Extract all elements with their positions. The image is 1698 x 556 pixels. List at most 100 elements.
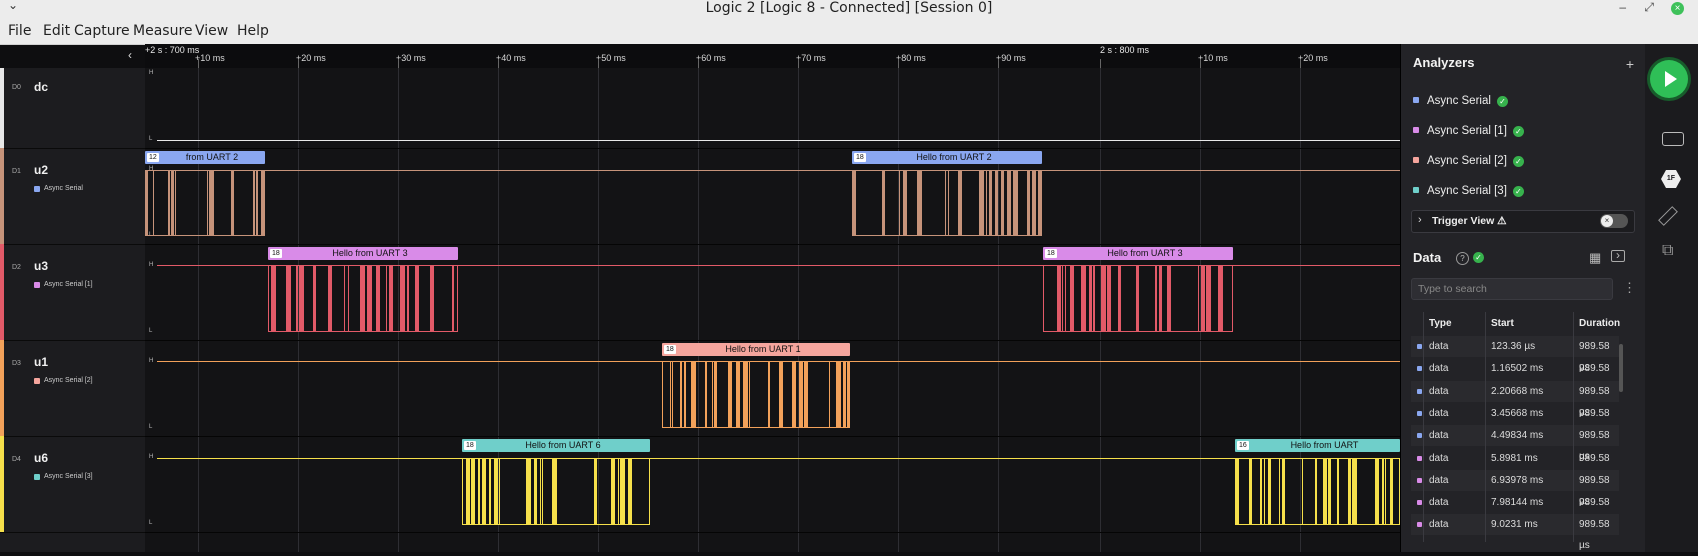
device-icon[interactable] xyxy=(1662,132,1684,146)
decoded-frame[interactable]: 18 Hello from UART 3 xyxy=(268,247,458,260)
analyzer-color-swatch xyxy=(34,378,40,384)
channel-name[interactable]: dc xyxy=(34,80,48,94)
row-start: 7.98144 ms xyxy=(1491,497,1544,509)
column-header-type[interactable]: Type xyxy=(1429,312,1452,336)
column-header-start[interactable]: Start xyxy=(1491,312,1514,336)
table-row[interactable]: data7.98144 ms989.58 µs xyxy=(1411,492,1619,529)
table-row[interactable]: data 6.93978 ms 989.58 µs xyxy=(1411,469,1619,507)
table-row[interactable]: data 4.49834 ms 989.58 µs xyxy=(1411,425,1619,462)
channel-name[interactable]: u1 xyxy=(34,355,48,369)
channel-row-d3[interactable]: D3 u1 Async Serial [2] xyxy=(0,340,145,437)
menu-edit[interactable]: Edit xyxy=(43,23,70,39)
more-options-icon[interactable]: ⋮ xyxy=(1623,280,1636,296)
menu-view[interactable]: View xyxy=(195,23,228,39)
trigger-view-switch[interactable]: × xyxy=(1600,214,1628,228)
row-type: data xyxy=(1429,363,1449,375)
analyzer-item[interactable]: Async Serial [1] ✓ xyxy=(1413,125,1524,137)
channel-name[interactable]: u2 xyxy=(34,163,48,177)
row-color-swatch xyxy=(1417,477,1422,483)
ruler-origin-label: 2 s : 800 ms xyxy=(1100,45,1150,55)
signal-line-d3 xyxy=(157,361,672,362)
maximize-icon[interactable]: ⤢ xyxy=(1644,0,1654,15)
table-row[interactable]: data1.16502 ms989.58 µs xyxy=(1411,358,1619,395)
extensions-icon[interactable]: ⧉ xyxy=(1662,242,1673,260)
frame-byte-count: 12 xyxy=(147,153,159,162)
analyzer-name: Async Serial xyxy=(1427,95,1491,107)
table-row[interactable]: data 9.0231 ms 989.58 µs xyxy=(1411,514,1619,551)
channel-analyzer-label: Async Serial [1] xyxy=(44,281,93,288)
ruler-tick: +20 ms xyxy=(1298,53,1328,63)
menu-help[interactable]: Help xyxy=(237,23,269,39)
decoded-frame[interactable]: 12 from UART 2 xyxy=(145,151,265,164)
minimize-icon[interactable]: – xyxy=(1619,0,1626,14)
menu-capture[interactable]: Capture xyxy=(74,23,130,39)
high-level-label: H xyxy=(149,454,154,460)
table-row[interactable]: data 2.20668 ms 989.58 µs xyxy=(1411,380,1619,418)
timeline-ruler[interactable]: +2 s : 700 ms 2 s : 800 ms +10 ms +20 ms… xyxy=(145,44,1400,68)
add-analyzer-icon[interactable]: + xyxy=(1626,56,1634,72)
play-icon[interactable] xyxy=(1650,60,1688,98)
analyzer-item[interactable]: Async Serial [3] ✓ xyxy=(1413,185,1524,197)
analyzer-item[interactable]: Async Serial ✓ xyxy=(1413,95,1508,107)
row-color-swatch xyxy=(1417,433,1422,439)
data-table-scrollbar[interactable] xyxy=(1619,344,1623,392)
check-icon: ✓ xyxy=(1512,156,1524,167)
signal-line-d1 xyxy=(1042,170,1400,171)
analyzers-title: Analyzers xyxy=(1413,55,1475,70)
ruler-tick: +60 ms xyxy=(696,53,726,63)
channel-row-d0[interactable]: D0 dc xyxy=(0,68,145,149)
channel-name[interactable]: u6 xyxy=(34,451,48,465)
channel-row-d1[interactable]: D1 u2 Async Serial xyxy=(0,148,145,245)
data-search-input[interactable] xyxy=(1411,278,1613,300)
channel-analyzer-label: Async Serial xyxy=(44,185,83,192)
table-row[interactable]: data 123.36 µs 989.58 µs xyxy=(1411,336,1619,373)
menu-file[interactable]: File xyxy=(8,23,31,39)
ruler-tick: +10 ms xyxy=(195,53,225,63)
column-header-duration[interactable]: Duration xyxy=(1579,312,1620,336)
signal-burst xyxy=(462,458,650,525)
ruler-icon[interactable] xyxy=(1658,206,1678,226)
toggle-off-icon: × xyxy=(1601,215,1613,227)
row-color-swatch xyxy=(1417,522,1422,528)
decoded-frame[interactable]: 18 Hello from UART 3 xyxy=(1043,247,1233,260)
frame-byte-count: 18 xyxy=(464,441,476,450)
table-row[interactable]: data5.8981 ms989.58 µs xyxy=(1411,448,1619,485)
frame-byte-count: 16 xyxy=(1237,441,1249,450)
ruler-tick: +90 ms xyxy=(996,53,1026,63)
terminal-view-icon[interactable]: › xyxy=(1611,249,1625,262)
table-view-icon[interactable]: ▦ xyxy=(1589,250,1601,266)
row-type: data xyxy=(1429,497,1449,509)
row-start: 5.8981 ms xyxy=(1491,452,1538,464)
close-icon[interactable]: × xyxy=(1671,2,1684,15)
analyzer-1f-icon[interactable]: 1F xyxy=(1661,170,1681,188)
ruler-tick: +40 ms xyxy=(496,53,526,63)
table-row[interactable]: data3.45668 ms989.58 µs xyxy=(1411,403,1619,440)
decoded-frame[interactable]: 18 Hello from UART 2 xyxy=(852,151,1042,164)
signal-line-d0 xyxy=(157,140,1400,141)
channel-name[interactable]: u3 xyxy=(34,259,48,273)
collapse-channels-icon[interactable]: ‹ xyxy=(128,48,132,62)
channel-row-d4[interactable]: D4 u6 Async Serial [3] xyxy=(0,436,145,533)
help-icon[interactable]: ? xyxy=(1456,252,1469,265)
channel-row-d2[interactable]: D2 u3 Async Serial [1] xyxy=(0,244,145,341)
analyzer-color-swatch xyxy=(1413,157,1419,163)
frame-text: Hello from UART 2 xyxy=(916,152,992,162)
row-type: data xyxy=(1429,407,1449,419)
decoded-frame[interactable]: 18 Hello from UART 1 xyxy=(662,343,850,356)
low-level-label: L xyxy=(149,328,153,334)
signal-line-d4 xyxy=(157,458,477,459)
analyzer-item[interactable]: Async Serial [2] ✓ xyxy=(1413,155,1524,167)
channel-color-stripe xyxy=(0,340,4,436)
row-type: data xyxy=(1429,519,1449,531)
channel-color-stripe xyxy=(0,436,4,532)
row-type: data xyxy=(1429,341,1449,352)
decoded-frame[interactable]: 18 Hello from UART 6 xyxy=(462,439,650,452)
waveform-view[interactable]: H L H L H L H L H L 12 from UART 2 18 He… xyxy=(145,68,1400,552)
channel-color-stripe xyxy=(0,148,4,244)
high-level-label: H xyxy=(149,262,154,268)
menu-measure[interactable]: Measure xyxy=(133,23,193,39)
row-type: data xyxy=(1429,430,1449,442)
decoded-frame[interactable]: 16 Hello from UART xyxy=(1235,439,1400,452)
row-color-swatch xyxy=(1417,410,1422,416)
trigger-view-toggle[interactable]: › Trigger View ⚠ × xyxy=(1411,210,1635,233)
